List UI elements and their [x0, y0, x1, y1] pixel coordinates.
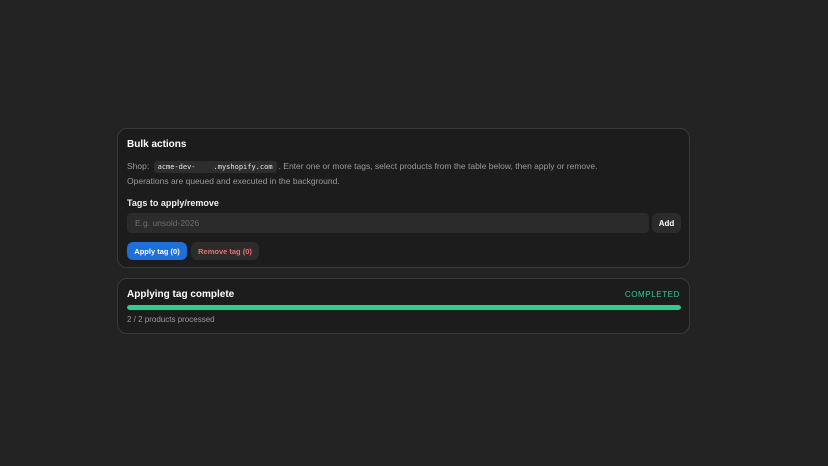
description-line2: Operations are queued and executed in th…: [127, 176, 340, 186]
progress-count: 2 / 2 products processed: [127, 315, 215, 324]
tags-input[interactable]: [127, 213, 649, 233]
description-line1: . Enter one or more tags, select product…: [278, 161, 598, 171]
remove-tag-button[interactable]: Remove tag (0): [191, 242, 259, 260]
status-badge: COMPLETED: [624, 290, 680, 299]
progress-title: Applying tag complete: [127, 289, 235, 300]
shop-prefix: Shop:: [127, 161, 150, 171]
shop-domain: acme-dev- .myshopify.com: [153, 161, 277, 173]
tags-label: Tags to apply/remove: [127, 198, 219, 208]
progress-bar: [127, 305, 681, 310]
add-tag-button[interactable]: Add: [652, 213, 681, 233]
progress-card: Applying tag complete COMPLETED 2 / 2 pr…: [117, 278, 690, 334]
progress-bar-fill: [127, 305, 681, 310]
bulk-actions-title: Bulk actions: [127, 139, 187, 150]
bulk-actions-card: Bulk actions Shop: acme-dev- .myshopify.c…: [117, 128, 690, 268]
shop-domain-end: .myshopify.com: [213, 163, 273, 171]
shop-domain-start: acme-dev-: [157, 163, 196, 171]
shop-description: Shop: acme-dev- .myshopify.com . Enter one…: [127, 161, 598, 173]
apply-tag-button[interactable]: Apply tag (0): [127, 242, 187, 260]
